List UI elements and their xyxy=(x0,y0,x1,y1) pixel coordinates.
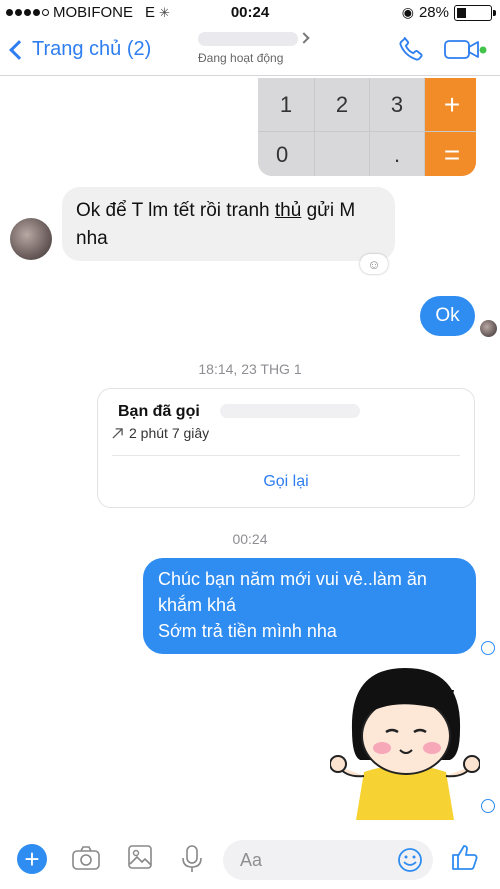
contact-avatar[interactable] xyxy=(10,218,52,260)
call-again-button[interactable]: Gọi lại xyxy=(98,473,474,491)
back-label: Trang chủ (2) xyxy=(32,38,152,60)
battery-percent: 28% xyxy=(418,4,449,21)
video-call-icon[interactable] xyxy=(444,39,488,61)
message-line: Chúc bạn năm mới vui vẻ..làm ăn xyxy=(158,569,427,589)
call-log-card: Bạn đã gọi 2 phút 7 giây Gọi lại xyxy=(97,388,475,508)
reaction-smiley-icon[interactable]: ☺ xyxy=(360,254,388,274)
active-status: Đang hoạt động xyxy=(198,51,284,65)
message-input[interactable]: Aa xyxy=(223,840,433,880)
message-line: khắm khá xyxy=(158,595,237,615)
call-title: Bạn đã gọi xyxy=(118,403,200,420)
message-text-underlined: thủ xyxy=(274,200,302,221)
back-button[interactable]: Trang chủ (2) xyxy=(9,38,152,61)
timestamp: 18:14, 23 THG 1 xyxy=(198,361,302,377)
call-duration: 2 phút 7 giây xyxy=(129,425,210,441)
contact-name-redacted[interactable] xyxy=(198,32,298,46)
message-input-placeholder: Aa xyxy=(240,850,263,870)
thumbs-up-icon[interactable] xyxy=(450,842,480,872)
gallery-icon[interactable] xyxy=(127,844,153,870)
message-text: Ok để T lm tết rồi tranh xyxy=(76,200,275,221)
calc-key: 0 xyxy=(258,132,314,176)
outgoing-message[interactable]: Chúc bạn năm mới vui vẻ..làm ăn khắm khá… xyxy=(143,558,476,654)
message-composer: + Aa xyxy=(0,830,500,889)
calc-key: 2 xyxy=(315,78,369,131)
add-plus-button[interactable]: + xyxy=(17,844,47,874)
camera-icon[interactable] xyxy=(71,844,101,872)
conversation-header: Trang chủ (2) Đang hoạt động xyxy=(0,26,500,76)
calculator-image[interactable]: 1 2 3 + 0 . = xyxy=(258,78,476,176)
outgoing-message[interactable]: Ok xyxy=(420,296,475,336)
microphone-icon[interactable] xyxy=(181,844,203,874)
calc-key: 1 xyxy=(258,78,314,131)
message-line: Sớm trả tiền mình nha xyxy=(158,621,337,641)
call-duration-row: 2 phút 7 giây xyxy=(112,425,209,441)
delivered-status-icon xyxy=(481,641,495,655)
incoming-message[interactable]: Ok để T lm tết rồi tranh thủ gửi M nha xyxy=(62,187,395,261)
calc-key xyxy=(315,132,369,176)
calc-key: . xyxy=(370,132,424,176)
battery-icon xyxy=(454,4,496,21)
phone-icon[interactable] xyxy=(397,35,425,63)
chevron-left-icon xyxy=(9,39,29,60)
girl-shrug-sticker[interactable] xyxy=(330,660,480,820)
divider xyxy=(112,455,460,456)
timestamp: 00:24 xyxy=(232,531,268,547)
status-bar: MOBIFONE E ✳ 00:24 ◉ 28% xyxy=(0,0,500,26)
emoji-icon[interactable] xyxy=(397,847,423,873)
seen-avatar xyxy=(480,320,497,337)
calc-key: 3 xyxy=(370,78,424,131)
calc-key-equals: = xyxy=(425,132,476,176)
callee-name-redacted xyxy=(220,404,360,418)
delivered-status-icon xyxy=(481,799,495,813)
rotation-lock-icon: ◉ xyxy=(401,4,414,20)
outgoing-call-arrow-icon xyxy=(112,427,123,439)
calc-key-plus: + xyxy=(425,78,476,131)
chevron-right-icon xyxy=(298,32,310,44)
